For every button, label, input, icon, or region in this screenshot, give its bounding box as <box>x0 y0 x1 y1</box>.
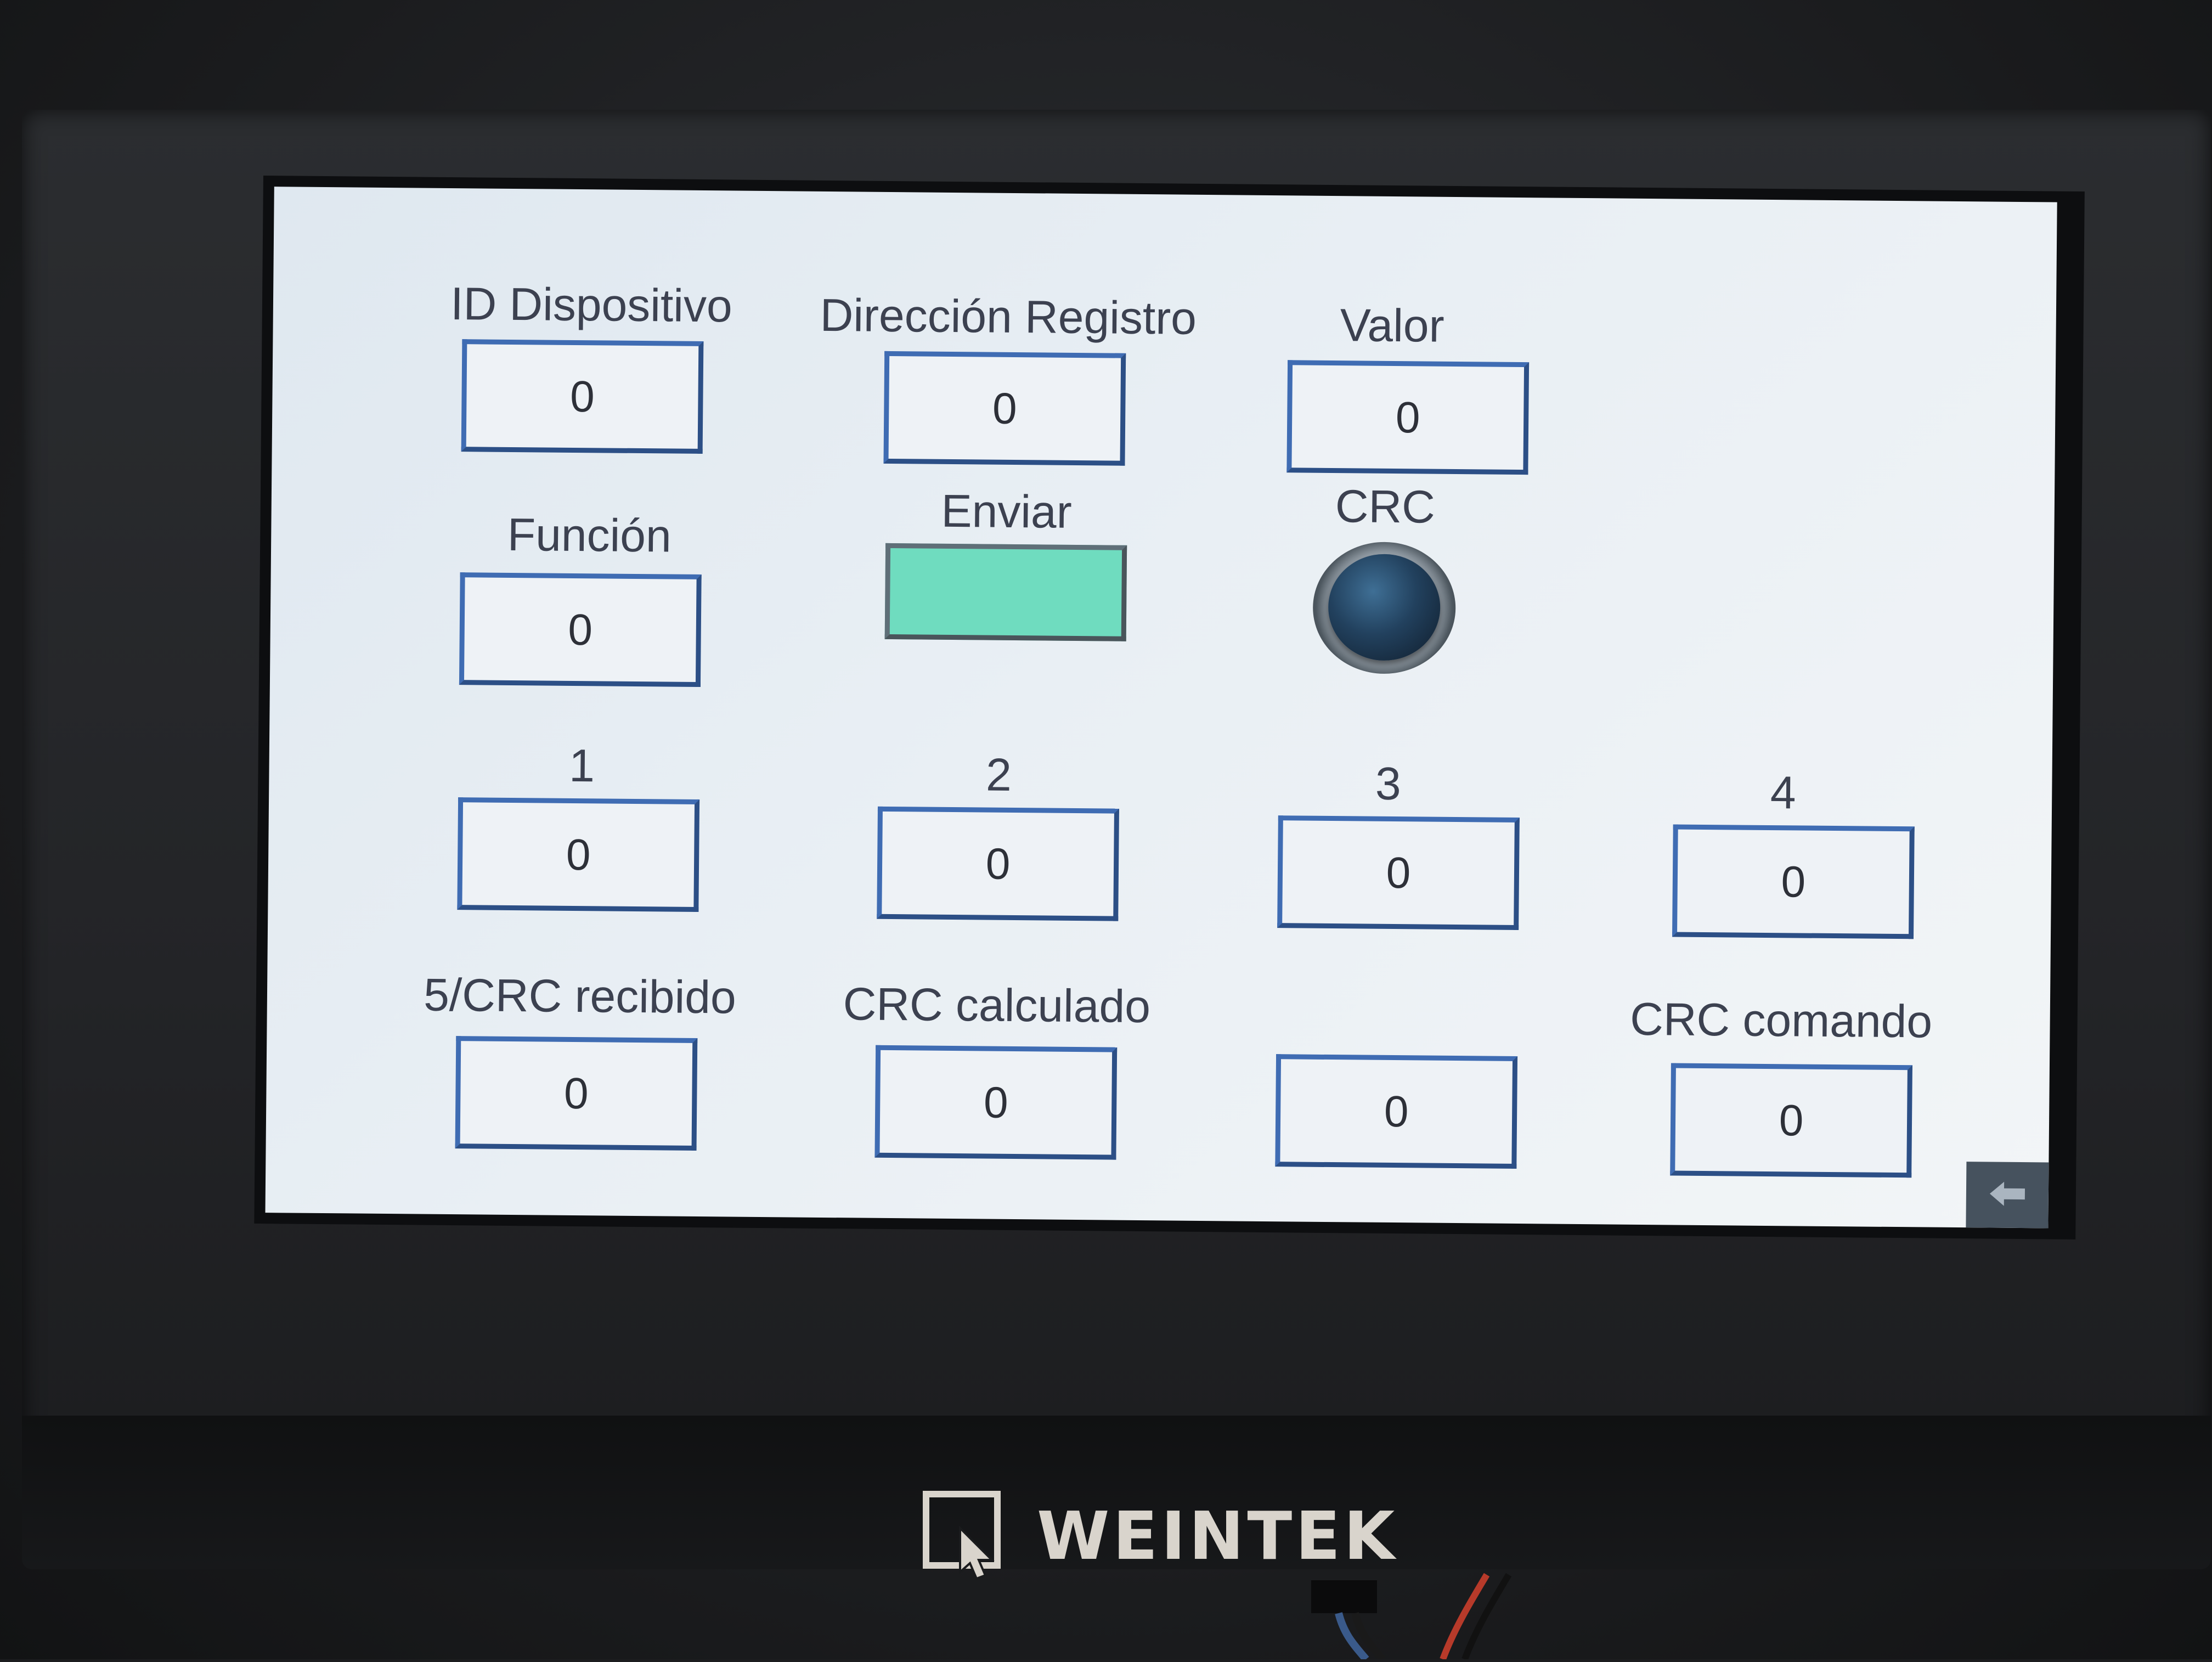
back-arrow-icon <box>1985 1177 2030 1213</box>
value-label: Valor <box>1340 299 1445 352</box>
value-value: 0 <box>1395 392 1420 442</box>
byte-2-label: 2 <box>985 748 1012 801</box>
byte-1-value: 0 <box>566 830 591 879</box>
byte-1-label: 1 <box>568 739 595 792</box>
byte-4-value: 0 <box>1781 857 1806 906</box>
value-field[interactable]: 0 <box>1286 360 1530 475</box>
byte-3-field[interactable]: 0 <box>1277 815 1520 931</box>
crc-received-value: 0 <box>563 1068 589 1118</box>
register-address-label: Dirección Registro <box>820 289 1197 344</box>
crc-calculated-field[interactable]: 0 <box>874 1045 1118 1160</box>
crc-command-label: CRC comando <box>1629 993 1933 1047</box>
crc-label: CRC <box>1335 480 1436 533</box>
byte-4-field[interactable]: 0 <box>1672 824 1915 939</box>
function-field[interactable]: 0 <box>459 572 702 687</box>
crc-calculated-label: CRC calculado <box>843 978 1151 1033</box>
byte-2-value: 0 <box>985 839 1011 888</box>
function-value: 0 <box>568 605 593 654</box>
crc-received-label: 5/CRC recibido <box>423 968 737 1023</box>
device-id-label: ID Dispositivo <box>450 277 733 332</box>
byte-3-value: 0 <box>1386 848 1411 897</box>
connector-cables <box>1289 1569 1673 1662</box>
unlabeled-field-value: 0 <box>1384 1086 1409 1136</box>
device-id-value: 0 <box>569 371 595 421</box>
device-id-field[interactable]: 0 <box>461 339 704 454</box>
send-label: Enviar <box>941 484 1073 538</box>
register-address-field[interactable]: 0 <box>883 351 1126 466</box>
function-label: Función <box>507 508 672 562</box>
indicator-lamp-icon <box>1312 541 1457 674</box>
send-button[interactable] <box>884 543 1127 641</box>
back-button[interactable] <box>1966 1162 2049 1229</box>
hmi-screen: ID Dispositivo 0 Dirección Registro 0 Va… <box>265 187 2057 1229</box>
brand-name: WEINTEK <box>1037 1498 1398 1575</box>
register-address-value: 0 <box>992 384 1017 433</box>
weintek-logo-icon <box>922 1490 1015 1583</box>
photo-scene: WEINTEK ID Dispositivo 0 Dirección Regis… <box>0 0 2212 1662</box>
crc-calculated-value: 0 <box>983 1078 1008 1127</box>
touch-screen-frame: ID Dispositivo 0 Dirección Registro 0 Va… <box>254 176 2085 1240</box>
crc-received-field[interactable]: 0 <box>455 1036 698 1151</box>
byte-2-field[interactable]: 0 <box>877 806 1119 921</box>
byte-1-field[interactable]: 0 <box>457 797 700 912</box>
unlabeled-field[interactable]: 0 <box>1275 1054 1518 1169</box>
crc-command-value: 0 <box>1779 1095 1804 1145</box>
byte-4-label: 4 <box>1770 767 1797 819</box>
byte-3-label: 3 <box>1375 757 1402 810</box>
crc-command-field[interactable]: 0 <box>1670 1063 1912 1178</box>
